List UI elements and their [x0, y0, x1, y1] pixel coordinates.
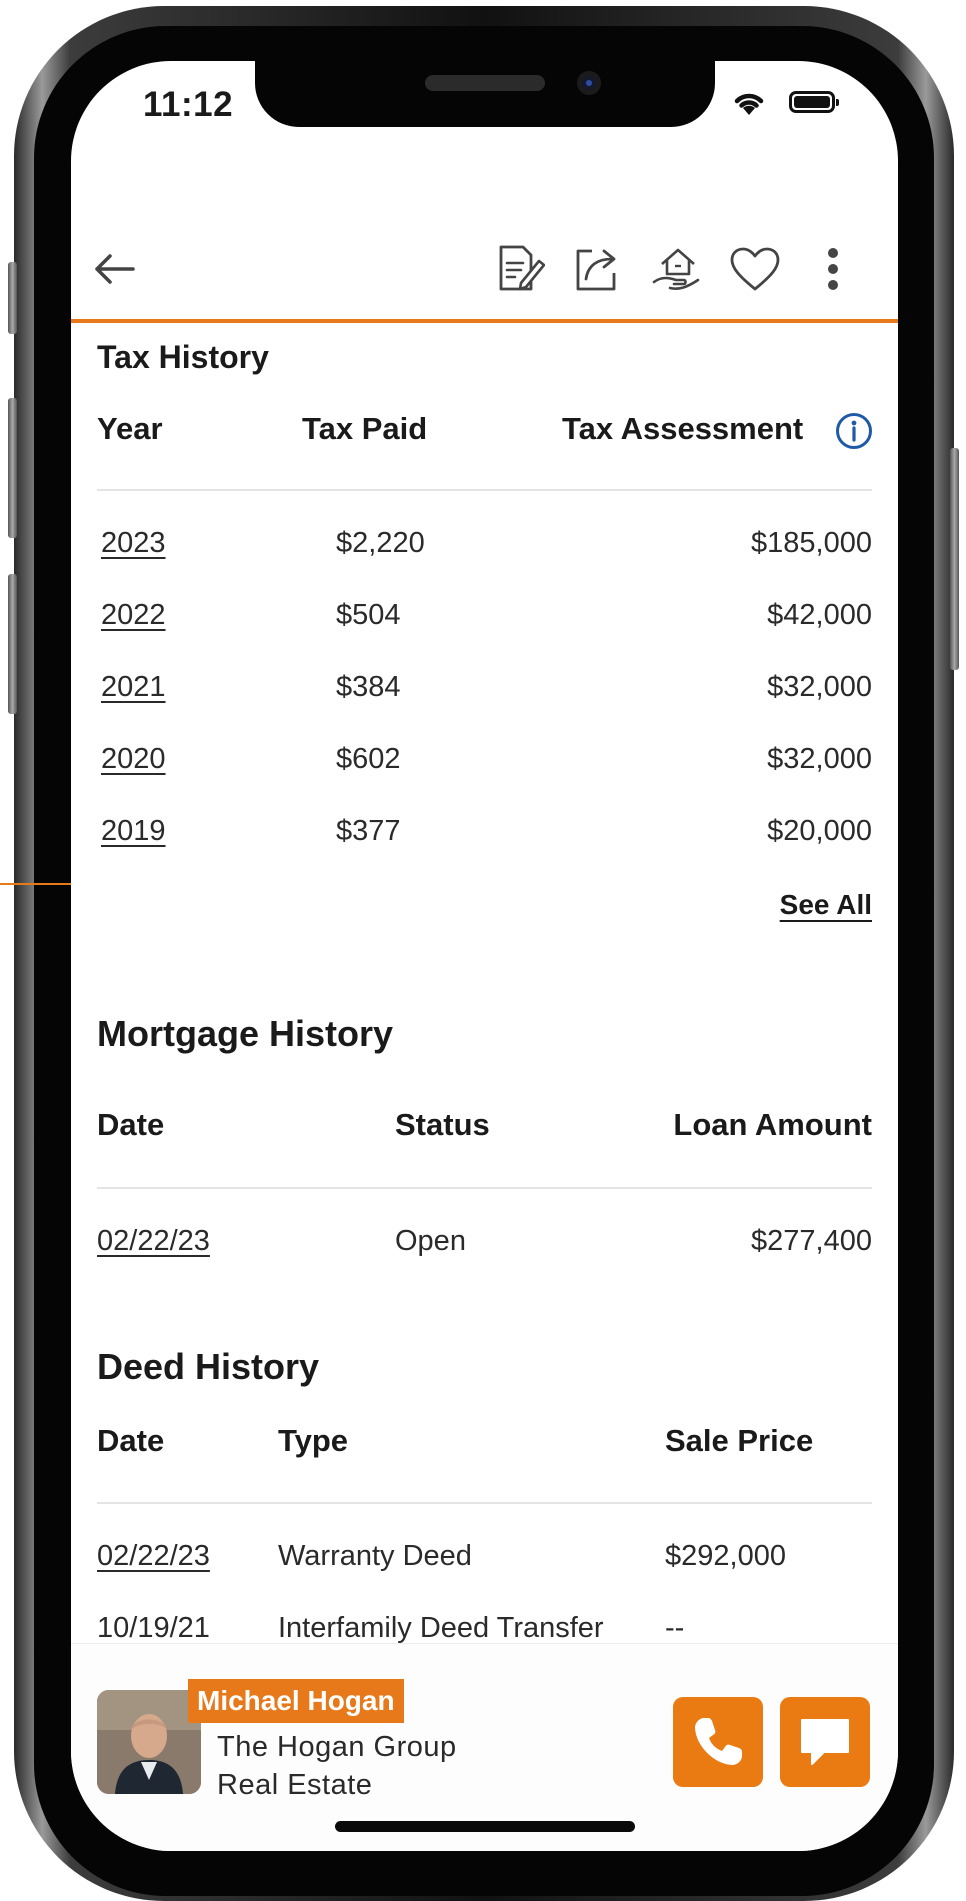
- power-button: [950, 448, 959, 670]
- tax-assessment-value: $32,000: [767, 743, 872, 775]
- mortgage-date-link[interactable]: 02/22/23: [97, 1225, 210, 1258]
- battery-icon: [789, 91, 839, 113]
- agent-avatar[interactable]: [97, 1690, 201, 1794]
- more-options-button[interactable]: [805, 241, 861, 297]
- deed-col-date: Date: [97, 1423, 165, 1458]
- front-camera: [577, 71, 601, 95]
- deed-history-title: Deed History: [97, 1346, 320, 1387]
- app-header: [71, 171, 898, 323]
- call-agent-button[interactable]: [673, 1697, 763, 1787]
- tax-col-assessment: Tax Assessment: [562, 411, 804, 446]
- tax-assessment-value: $32,000: [767, 671, 872, 703]
- home-offer-button[interactable]: [649, 241, 705, 297]
- mute-switch: [8, 262, 17, 334]
- notes-button[interactable]: [491, 241, 547, 297]
- wifi-icon: [734, 93, 764, 115]
- tax-year-link[interactable]: 2023: [101, 527, 166, 560]
- tax-assessment-value: $20,000: [767, 815, 872, 847]
- mortgage-col-status: Status: [395, 1107, 490, 1142]
- tax-history-title: Tax History: [97, 339, 269, 375]
- phone-screen: 11:12 Tax History Year Tax Paid Tax Asse…: [71, 61, 898, 1851]
- deed-header-divider: [97, 1502, 872, 1504]
- agent-company: The Hogan Group Real Estate: [217, 1728, 457, 1804]
- deed-sale-price-value: $292,000: [665, 1540, 786, 1572]
- tax-paid-value: $504: [336, 599, 401, 631]
- deed-sale-price-value: --: [665, 1612, 685, 1643]
- deed-date-link[interactable]: 02/22/23: [97, 1540, 210, 1573]
- home-indicator: [335, 1821, 635, 1832]
- mortgage-col-date: Date: [97, 1107, 165, 1142]
- more-vertical-icon: [828, 248, 838, 290]
- deed-date-value: 10/19/21: [97, 1612, 210, 1643]
- tax-header-divider: [97, 489, 872, 491]
- share-icon: [576, 249, 616, 291]
- tax-assessment-value: $42,000: [767, 599, 872, 631]
- tax-year-link[interactable]: 2021: [101, 671, 166, 704]
- agent-contact-bar: Michael Hogan The Hogan Group Real Estat…: [71, 1643, 898, 1851]
- tax-paid-value: $602: [336, 743, 401, 775]
- deed-col-sale-price: Sale Price: [665, 1423, 814, 1458]
- agent-photo: [97, 1690, 201, 1794]
- tax-paid-value: $377: [336, 815, 401, 847]
- message-agent-button[interactable]: [780, 1697, 870, 1787]
- notes-icon: [499, 245, 545, 291]
- notch: [255, 61, 715, 127]
- phone-icon: [695, 1718, 742, 1765]
- property-history-content: Tax History Year Tax Paid Tax Assessment…: [71, 323, 898, 1643]
- deed-type-value: Interfamily Deed Transfer: [278, 1612, 604, 1643]
- tax-paid-value: $2,220: [336, 527, 425, 559]
- mortgage-status-value: Open: [395, 1225, 466, 1257]
- speaker-grille: [425, 75, 545, 91]
- mortgage-history-title: Mortgage History: [97, 1013, 394, 1054]
- see-all-link[interactable]: See All: [780, 889, 872, 921]
- mortgage-header-divider: [97, 1187, 872, 1189]
- mortgage-loan-value: $277,400: [751, 1225, 872, 1257]
- agent-name[interactable]: Michael Hogan: [188, 1679, 404, 1723]
- agent-company-line1: The Hogan Group: [217, 1731, 457, 1763]
- volume-down-button: [8, 574, 17, 714]
- tax-paid-value: $384: [336, 671, 401, 703]
- deed-type-value: Warranty Deed: [278, 1540, 472, 1572]
- volume-up-button: [8, 398, 17, 538]
- heart-icon: [730, 247, 780, 291]
- share-button[interactable]: [570, 241, 626, 297]
- tax-assessment-value: $185,000: [751, 527, 872, 559]
- mortgage-col-loan-amount: Loan Amount: [673, 1107, 872, 1142]
- tax-col-tax-paid: Tax Paid: [302, 411, 428, 446]
- info-icon[interactable]: [835, 412, 873, 450]
- agent-company-line2: Real Estate: [217, 1769, 373, 1801]
- home-hand-icon: [652, 248, 700, 291]
- favorite-button[interactable]: [727, 241, 783, 297]
- tax-year-link[interactable]: 2022: [101, 599, 166, 632]
- chat-icon: [801, 1719, 849, 1765]
- deed-col-type: Type: [278, 1423, 349, 1458]
- status-time: 11:12: [143, 85, 234, 124]
- tax-year-link[interactable]: 2019: [101, 815, 166, 848]
- back-arrow-icon: [95, 254, 135, 284]
- tax-year-link[interactable]: 2020: [101, 743, 166, 776]
- back-button[interactable]: [87, 241, 143, 297]
- tax-col-year: Year: [97, 411, 163, 446]
